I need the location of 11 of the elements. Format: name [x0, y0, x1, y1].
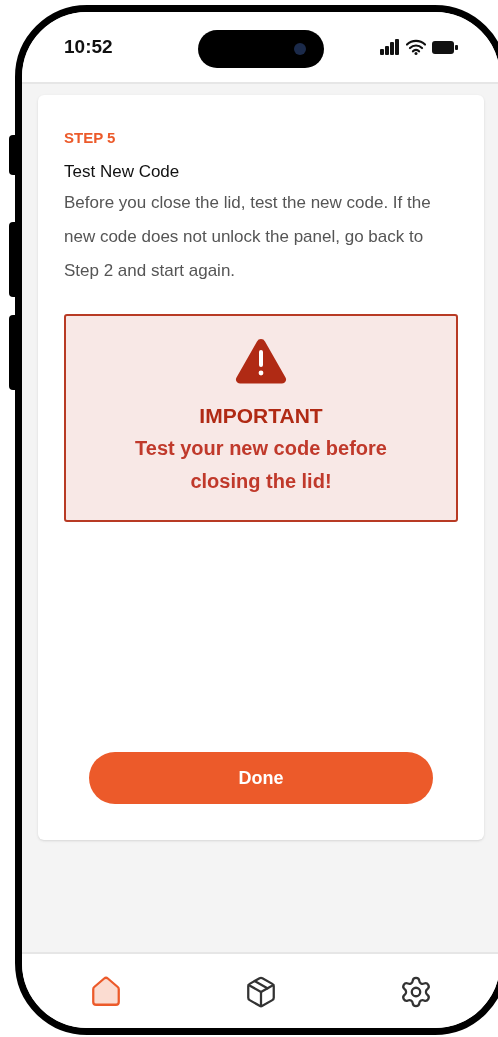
step-description: Before you close the lid, test the new code. If the new code does not unlock the panel, go back to Step 2 and start again. — [64, 192, 432, 282]
warning-icon — [235, 338, 287, 384]
wifi-icon — [406, 39, 426, 55]
step-title: Test New Code — [64, 160, 181, 183]
signal-icon — [380, 39, 400, 55]
battery-icon — [432, 40, 458, 54]
warning-heading: IMPORTANT — [199, 403, 323, 429]
status-time: 10:52 — [64, 34, 113, 59]
warning-message: Test your new code before closing the lid! — [134, 435, 388, 494]
done-button[interactable]: Done — [89, 752, 433, 804]
step-label: STEP 5 — [64, 128, 117, 148]
